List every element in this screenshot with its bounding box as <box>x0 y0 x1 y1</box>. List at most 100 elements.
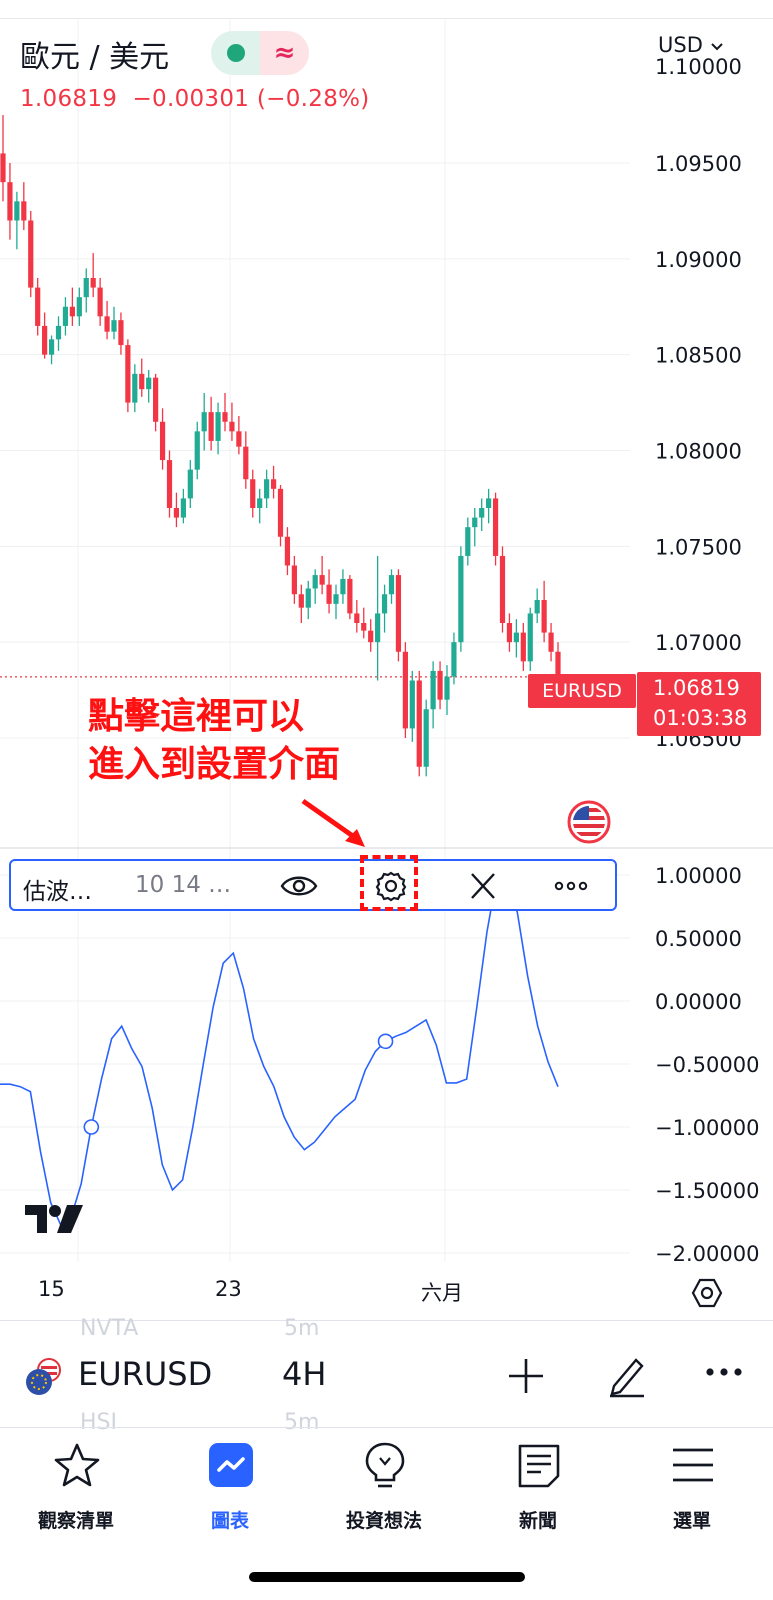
candle-body <box>347 578 353 614</box>
candle-body <box>166 460 173 509</box>
nav-label: 投資想法 <box>345 1510 422 1532</box>
ghost-list-symbol: NVTA <box>80 1316 139 1341</box>
price-axis-label: 1.07500 <box>655 535 742 559</box>
delayed-data-icon: ≈ <box>260 31 309 75</box>
annotation-line-2: 進入到設置介面 <box>88 744 341 785</box>
candle-body <box>541 600 547 633</box>
candle-body <box>153 377 159 422</box>
last-price-tag: 1.06819 01:03:38 <box>637 672 761 736</box>
chart-settings-icon[interactable] <box>690 1276 724 1310</box>
annotation-arrow <box>301 798 365 847</box>
candle-body <box>0 153 6 183</box>
candle-body <box>319 575 325 585</box>
candle-body <box>298 594 304 608</box>
annotation-text: 點擊這裡可以 進入到設置介面 <box>88 693 408 789</box>
indicator-legend-bar[interactable]: 估波… 10 14 … <box>9 859 617 911</box>
time-label-15: 15 <box>38 1277 65 1301</box>
chart-icon <box>209 1443 253 1487</box>
lightbulb-icon <box>365 1442 405 1488</box>
candle-body <box>104 316 110 332</box>
symbol-title[interactable]: 歐元 / 美元 <box>20 32 169 76</box>
price-axis-label-clipped: 1.10000 <box>655 55 742 79</box>
indicator-marker <box>83 1119 100 1135</box>
price-axis-label: 1.09000 <box>655 248 742 272</box>
candle-body <box>250 479 256 509</box>
candle-body <box>465 527 471 556</box>
price-change: −0.00301 <box>132 86 250 112</box>
candle-body <box>62 306 69 326</box>
indicator-line <box>0 871 559 1227</box>
gear-highlight-box <box>360 855 418 911</box>
nav-news[interactable]: 新聞 <box>462 1442 614 1542</box>
candle-body <box>534 600 540 614</box>
candle-body <box>527 613 533 662</box>
candle-body <box>472 517 478 528</box>
nav-chart[interactable]: 圖表 <box>154 1442 306 1542</box>
candle-body <box>492 498 499 556</box>
ghost-list-interval: 5m <box>284 1410 320 1435</box>
candle-body <box>326 584 332 604</box>
pen-icon[interactable] <box>604 1352 650 1398</box>
candle-body <box>48 339 55 355</box>
candle-body <box>416 680 422 767</box>
candle-body <box>513 632 519 643</box>
candle-body <box>548 632 554 652</box>
eye-icon[interactable] <box>279 867 319 905</box>
interval-button[interactable]: 4H <box>282 1355 326 1393</box>
nav-label: 觀察清單 <box>37 1510 114 1532</box>
candle-body <box>236 431 242 447</box>
price-change-pct: (−0.28%) <box>256 86 370 112</box>
candle-body <box>423 709 429 767</box>
candle-body <box>437 670 443 700</box>
symbol-search-button[interactable]: EURUSD <box>78 1355 212 1393</box>
candle-body <box>479 508 485 518</box>
ghost-list-interval: 5m <box>284 1316 320 1341</box>
nav-menu[interactable]: 選單 <box>616 1442 768 1542</box>
menu-icon <box>673 1448 713 1482</box>
add-icon[interactable] <box>506 1356 546 1396</box>
candle-body <box>257 498 263 509</box>
indicator-axis-label: −2.00000 <box>655 1242 759 1266</box>
price-change-line: 1.06819 −0.00301 (−0.28%) <box>20 86 370 112</box>
candle-body <box>381 594 388 614</box>
candle-body <box>333 594 339 604</box>
candle-body <box>305 588 311 608</box>
candle-body <box>146 377 152 390</box>
bar-countdown: 01:03:38 <box>653 706 748 730</box>
price-axis-label: 1.08000 <box>655 440 742 464</box>
candle-body <box>35 287 41 326</box>
candle-body <box>69 306 75 317</box>
star-icon <box>54 1443 100 1487</box>
candle-body <box>7 182 13 221</box>
currency-select[interactable]: USD <box>658 33 724 57</box>
indicator-name[interactable]: 估波… <box>23 872 92 906</box>
candle-body <box>409 680 415 729</box>
price-axis-label: 1.08500 <box>655 344 742 368</box>
candle-body <box>14 201 20 221</box>
indicator-axis-label: −1.00000 <box>655 1116 759 1140</box>
nav-label: 選單 <box>672 1510 711 1532</box>
ghost-list-symbol: HSI <box>80 1410 117 1435</box>
candle-body <box>180 498 186 518</box>
candle-body <box>55 325 62 340</box>
symbol-price-tag: EURUSD <box>528 674 636 708</box>
candle-body <box>451 642 457 677</box>
nav-watchlist[interactable]: 觀察清單 <box>0 1442 152 1542</box>
candle-body <box>354 613 360 624</box>
us-flag-icon[interactable] <box>567 800 611 844</box>
candle-body <box>125 345 131 403</box>
market-status-pill[interactable]: ≈ <box>211 31 309 75</box>
candle-body <box>118 320 124 346</box>
indicator-axis-label: 1.00000 <box>655 864 742 888</box>
candle-body <box>368 630 374 643</box>
candle-body <box>90 278 96 288</box>
tradingview-logo <box>25 1205 83 1233</box>
more-options-icon[interactable] <box>704 1362 744 1382</box>
candle-body <box>520 632 526 662</box>
nav-ideas[interactable]: 投資想法 <box>308 1442 460 1542</box>
more-icon[interactable] <box>551 867 591 905</box>
candle-body <box>444 676 450 700</box>
close-icon[interactable] <box>463 867 503 905</box>
eur-usd-flag-icon[interactable] <box>24 1357 64 1397</box>
candle-body <box>76 297 82 317</box>
